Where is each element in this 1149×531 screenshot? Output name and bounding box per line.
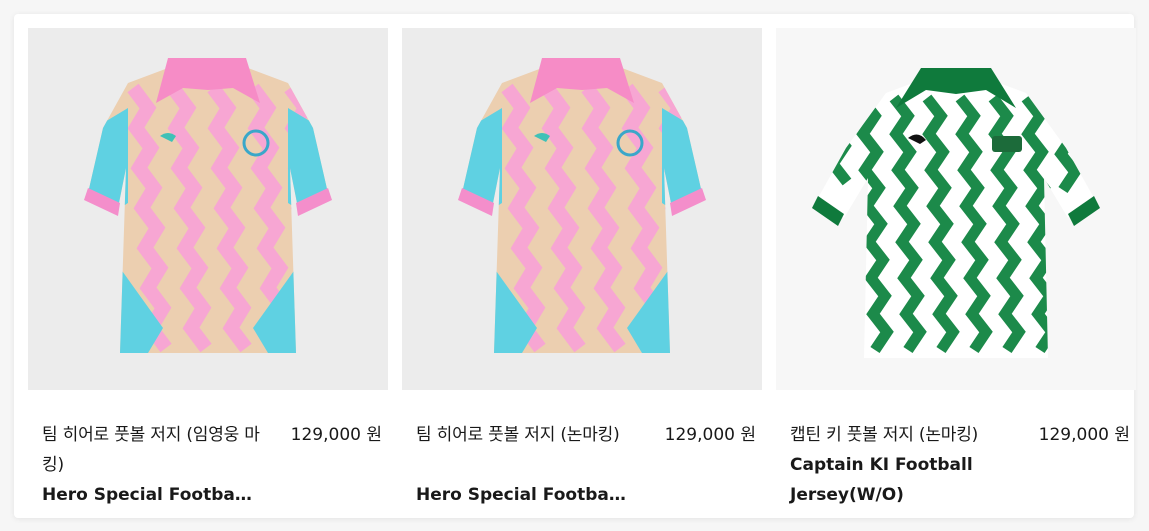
football-jersey-icon <box>812 68 1100 358</box>
product-card[interactable]: 팀 히어로 풋볼 저지 (임영웅 마킹) 129,000 원 Hero Spec… <box>28 28 388 508</box>
product-image[interactable] <box>28 28 388 390</box>
product-image[interactable] <box>402 28 762 390</box>
product-card[interactable]: 캡틴 키 풋볼 저지 (논마킹) 129,000 원 Captain KI Fo… <box>776 28 1136 508</box>
product-name-korean[interactable]: 캡틴 키 풋볼 저지 (논마킹) <box>790 420 1020 450</box>
football-jersey-icon <box>458 58 706 353</box>
product-name-english[interactable]: Hero Special Footba… <box>416 480 641 510</box>
football-jersey-icon <box>84 58 332 353</box>
product-name-korean[interactable]: 팀 히어로 풋볼 저지 (임영웅 마킹) <box>42 420 262 480</box>
product-name-english[interactable]: Hero Special Footba… <box>42 480 267 510</box>
product-name-english[interactable]: Captain KI Football Jersey(W/O) <box>790 450 1005 510</box>
product-image[interactable] <box>776 28 1136 390</box>
product-grid: 팀 히어로 풋볼 저지 (임영웅 마킹) 129,000 원 Hero Spec… <box>14 14 1136 518</box>
product-name-korean[interactable]: 팀 히어로 풋볼 저지 (논마킹) <box>416 420 636 450</box>
product-price: 129,000 원 <box>290 425 382 445</box>
product-card[interactable]: 팀 히어로 풋볼 저지 (논마킹) 129,000 원 Hero Special… <box>402 28 762 508</box>
product-price: 129,000 원 <box>1038 425 1130 445</box>
product-price: 129,000 원 <box>664 425 756 445</box>
